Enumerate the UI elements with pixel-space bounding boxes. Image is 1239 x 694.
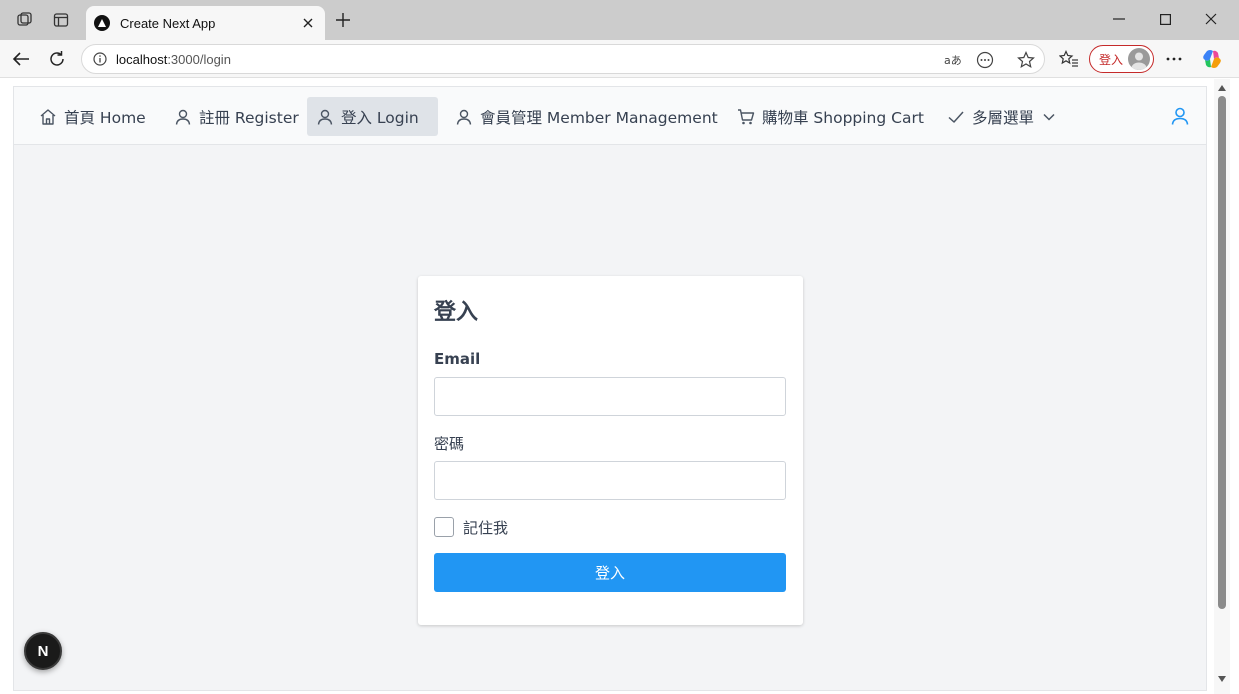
- browser-title-bar: Create Next App: [0, 0, 1239, 40]
- nav-item-label: 首頁 Home: [64, 108, 146, 127]
- nav-item-label: 註冊 Register: [199, 108, 299, 127]
- nav-item-shopping-cart[interactable]: 購物車 Shopping Cart: [728, 97, 932, 136]
- tab-close-icon[interactable]: [297, 12, 319, 34]
- nextjs-favicon-icon: [94, 15, 110, 31]
- read-aloud-icon[interactable]: aあ: [943, 50, 965, 70]
- login-card: 登入 Email 密碼 記住我 登入: [418, 276, 803, 625]
- account-user-icon[interactable]: [1170, 106, 1190, 126]
- url-host: localhost: [116, 51, 168, 67]
- password-label: 密碼: [434, 435, 465, 453]
- address-bar[interactable]: localhost:3000/login aあ: [81, 44, 1045, 74]
- user-icon: [315, 107, 335, 127]
- scrollbar[interactable]: [1214, 79, 1230, 694]
- profile-button[interactable]: 登入: [1089, 45, 1154, 73]
- url-path: :3000/login: [167, 51, 231, 67]
- new-tab-icon[interactable]: [333, 10, 353, 30]
- email-field[interactable]: [434, 377, 786, 416]
- scroll-down-icon[interactable]: [1217, 675, 1227, 683]
- nav-item-home[interactable]: 首頁 Home: [30, 97, 154, 136]
- avatar: [1128, 48, 1150, 70]
- site-info-icon[interactable]: [92, 51, 108, 67]
- favorite-star-icon[interactable]: [1015, 50, 1037, 70]
- nextjs-dev-indicator[interactable]: N: [24, 632, 62, 670]
- nav-item-login[interactable]: 登入 Login: [307, 97, 438, 136]
- refresh-icon[interactable]: [45, 47, 69, 71]
- remember-me-checkbox[interactable]: [434, 517, 454, 537]
- remember-me-label[interactable]: 記住我: [463, 517, 508, 538]
- nav-item-label: 會員管理 Member Management: [480, 108, 718, 127]
- scroll-thumb[interactable]: [1218, 96, 1226, 609]
- tab-title: Create Next App: [120, 15, 216, 31]
- app-container: 首頁 Home 註冊 Register 登入 Login 會員管理 Member…: [13, 86, 1207, 691]
- user-icon: [173, 107, 193, 127]
- cart-icon: [736, 107, 756, 127]
- page-viewport: 首頁 Home 註冊 Register 登入 Login 會員管理 Member…: [0, 79, 1239, 694]
- nav-item-register[interactable]: 註冊 Register: [165, 97, 307, 136]
- nav-item-label: 購物車 Shopping Cart: [762, 108, 924, 127]
- back-icon[interactable]: [9, 47, 33, 71]
- login-title: 登入: [434, 300, 479, 325]
- check-icon: [946, 107, 966, 127]
- browser-toolbar: localhost:3000/login aあ 登入: [0, 40, 1239, 78]
- chevron-down-icon: [1043, 113, 1055, 121]
- favorites-list-icon[interactable]: [1057, 47, 1081, 71]
- scroll-up-icon[interactable]: [1217, 84, 1227, 92]
- svg-text:aあ: aあ: [944, 54, 962, 67]
- minimize-icon[interactable]: [1106, 8, 1132, 30]
- top-navigation: 首頁 Home 註冊 Register 登入 Login 會員管理 Member…: [14, 87, 1206, 145]
- nav-item-multilevel-menu[interactable]: 多層選單: [938, 97, 1063, 136]
- vertical-tabs-icon[interactable]: [51, 10, 71, 30]
- profile-label: 登入: [1099, 52, 1124, 67]
- nav-item-label: 登入 Login: [341, 108, 419, 127]
- home-icon: [38, 107, 58, 127]
- more-options-circle-icon[interactable]: [974, 50, 996, 70]
- settings-more-icon[interactable]: [1162, 47, 1186, 71]
- user-icon: [454, 107, 474, 127]
- login-submit-button[interactable]: 登入: [434, 553, 786, 592]
- workspaces-icon[interactable]: [15, 10, 35, 30]
- password-field[interactable]: [434, 461, 786, 500]
- nav-item-label: 多層選單: [972, 108, 1035, 127]
- copilot-icon[interactable]: [1200, 47, 1224, 71]
- close-window-icon[interactable]: [1198, 8, 1224, 30]
- browser-tab[interactable]: Create Next App: [86, 6, 325, 40]
- nav-item-member-management[interactable]: 會員管理 Member Management: [446, 97, 726, 136]
- maximize-icon[interactable]: [1152, 8, 1178, 30]
- email-label: Email: [434, 350, 481, 368]
